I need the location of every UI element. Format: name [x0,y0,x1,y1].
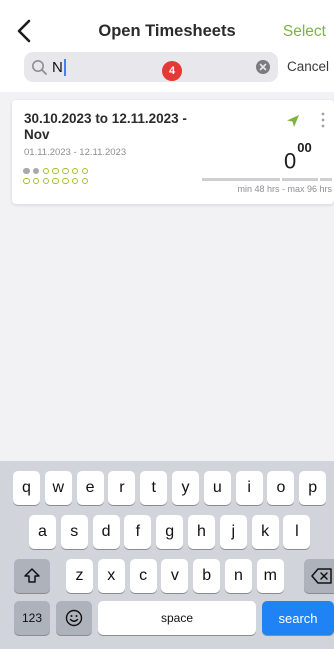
key-k[interactable]: k [251,515,279,549]
day-dot-open [42,177,50,185]
key-i[interactable]: i [235,471,263,505]
day-dot-open [62,167,69,175]
key-v[interactable]: v [161,559,189,593]
delete-key[interactable] [304,559,334,593]
key-d[interactable]: d [92,515,120,549]
cancel-button[interactable]: Cancel [287,59,329,74]
shift-icon [24,568,40,583]
send-icon[interactable] [286,114,300,128]
hours-range: min 48 hrs - max 96 hrs [237,184,332,194]
day-dot-open [42,167,50,175]
numbers-key[interactable]: 123 [14,601,50,635]
emoji-key[interactable] [56,601,92,635]
day-dot-filled [32,167,40,175]
key-t[interactable]: t [140,471,168,505]
key-h[interactable]: h [188,515,215,549]
key-o[interactable]: o [267,471,295,505]
space-key[interactable]: space [98,601,256,635]
day-dot-filled [23,167,30,175]
key-n[interactable]: n [225,559,252,593]
notification-badge: 4 [162,61,182,81]
search-bar[interactable]: 4 [24,52,278,82]
delete-icon [311,568,332,584]
key-e[interactable]: e [76,471,104,505]
day-dot-open [52,177,59,185]
timesheet-card[interactable]: 30.10.2023 to 12.11.2023 - Nov 01.11.202… [12,100,334,204]
search-input[interactable] [52,52,172,82]
key-l[interactable]: l [283,515,311,549]
key-f[interactable]: f [124,515,152,549]
shift-key[interactable] [14,559,50,593]
day-status-dots [23,166,89,186]
hours-progress-track [202,178,332,181]
hours-minutes: 00 [297,140,312,155]
day-dot-open [71,177,79,185]
key-w[interactable]: w [44,471,72,505]
key-a[interactable]: a [29,515,56,549]
top-bar: Open Timesheets Select 4 Cancel [0,0,334,92]
more-icon[interactable] [321,112,325,128]
day-dot-open [81,177,89,185]
key-p[interactable]: p [299,471,327,505]
key-b[interactable]: b [193,559,221,593]
search-icon [32,60,47,75]
day-dot-open [62,177,69,185]
keyboard: 123 space search qwertyuiop asdfghjkl zxcv… [0,461,334,649]
timesheet-dates: 01.11.2023 - 12.11.2023 [24,147,127,158]
key-g[interactable]: g [156,515,184,549]
day-dots-row [23,166,89,176]
day-dot-open [52,167,59,175]
hours-main: 0 [284,148,297,174]
key-y[interactable]: y [172,471,199,505]
day-dot-open [71,167,79,175]
key-r[interactable]: r [108,471,136,505]
day-dots-row [23,176,89,186]
key-z[interactable]: z [66,559,93,593]
key-m[interactable]: m [256,559,284,593]
key-s[interactable]: s [60,515,88,549]
search-key[interactable]: search [262,601,334,635]
day-dot-open [23,177,30,185]
emoji-icon [65,609,83,627]
text-caret [64,59,66,76]
total-hours: 000 [284,140,312,174]
key-c[interactable]: c [129,559,157,593]
key-q[interactable]: q [13,471,40,505]
day-dot-open [81,167,89,175]
clear-icon[interactable] [256,60,270,74]
key-u[interactable]: u [203,471,231,505]
key-x[interactable]: x [97,559,125,593]
day-dot-open [32,177,40,185]
key-j[interactable]: j [219,515,247,549]
select-button[interactable]: Select [283,23,326,41]
timesheet-title: 30.10.2023 to 12.11.2023 - Nov [24,111,187,142]
